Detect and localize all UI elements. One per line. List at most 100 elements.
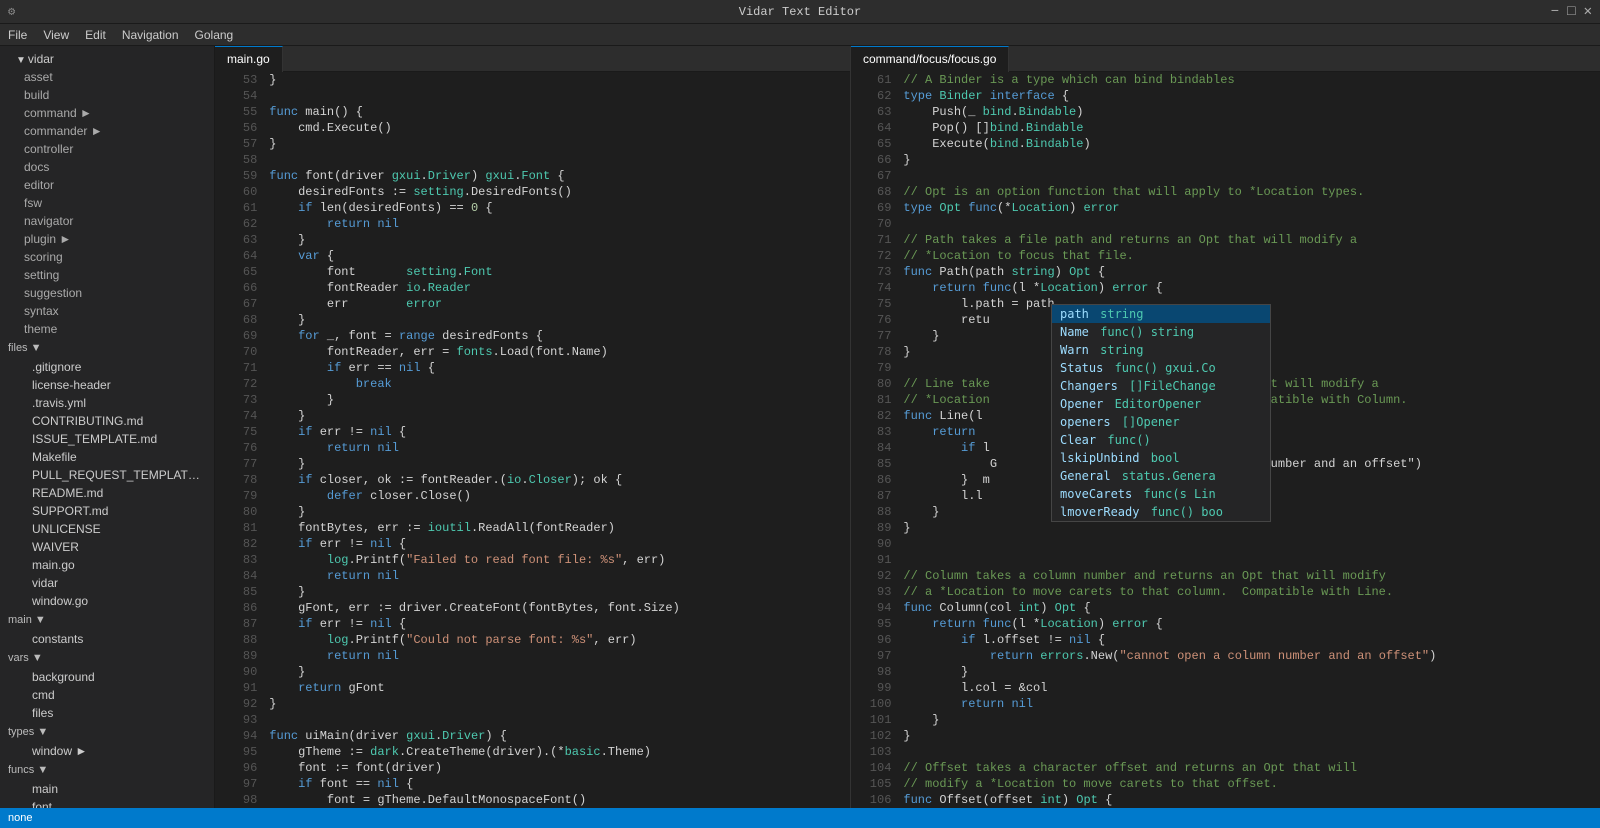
sidebar-window-type[interactable]: window ► <box>0 742 214 760</box>
sidebar-editor[interactable]: editor <box>0 176 214 194</box>
sidebar-syntax[interactable]: syntax <box>0 302 214 320</box>
line-number: 65 <box>851 136 903 152</box>
sidebar-scoring[interactable]: scoring <box>0 248 214 266</box>
autocomplete-item[interactable]: lmoverReady func() boo <box>1052 503 1270 521</box>
table-row: 89 } <box>851 520 1600 536</box>
line-code: } <box>269 312 850 328</box>
table-row: 73 func Path(path string) Opt { <box>851 264 1600 280</box>
sidebar-command[interactable]: command ► <box>0 104 214 122</box>
maximize-button[interactable]: □ <box>1567 4 1575 20</box>
autocomplete-item[interactable]: openers []Opener <box>1052 413 1270 431</box>
autocomplete-item[interactable]: General status.Genera <box>1052 467 1270 485</box>
sidebar-navigator[interactable]: navigator <box>0 212 214 230</box>
sidebar-pull-request[interactable]: PULL_REQUEST_TEMPLATE.m <box>0 466 214 484</box>
line-code: Pop() []bind.Bindable <box>903 120 1600 136</box>
sidebar-suggestion[interactable]: suggestion <box>0 284 214 302</box>
sidebar-contributing[interactable]: CONTRIBUTING.md <box>0 412 214 430</box>
sidebar-theme[interactable]: theme <box>0 320 214 338</box>
code-area-left[interactable]: 53 }54 55 func main() {56 cmd.Execute()5… <box>215 72 850 808</box>
types-section[interactable]: types ▼ <box>0 722 214 742</box>
autocomplete-item[interactable]: path string <box>1052 305 1270 323</box>
autocomplete-item[interactable]: Status func() gxui.Co <box>1052 359 1270 377</box>
sidebar-background[interactable]: background <box>0 668 214 686</box>
menu-edit[interactable]: Edit <box>85 28 106 42</box>
line-number: 62 <box>851 88 903 104</box>
line-code: // Column takes a column number and retu… <box>903 568 1600 584</box>
menu-file[interactable]: File <box>8 28 27 42</box>
table-row: 95 return func(l *Location) error { <box>851 616 1600 632</box>
sidebar-func-main[interactable]: main <box>0 780 214 798</box>
sidebar-setting[interactable]: setting <box>0 266 214 284</box>
line-number: 81 <box>215 520 269 536</box>
sidebar-asset[interactable]: asset <box>0 68 214 86</box>
sidebar-issue-template[interactable]: ISSUE_TEMPLATE.md <box>0 430 214 448</box>
line-code: font setting.Font <box>269 264 850 280</box>
sidebar-controller[interactable]: controller <box>0 140 214 158</box>
titlebar: ⚙ Vidar Text Editor − □ ✕ <box>0 0 1600 24</box>
sidebar-fsw[interactable]: fsw <box>0 194 214 212</box>
autocomplete-item[interactable]: Warn string <box>1052 341 1270 359</box>
funcs-section[interactable]: funcs ▼ <box>0 760 214 780</box>
sidebar-maingo[interactable]: main.go <box>0 556 214 574</box>
sidebar-plugin[interactable]: plugin ► <box>0 230 214 248</box>
sidebar-constants[interactable]: constants <box>0 630 214 648</box>
table-row: 101 } <box>851 712 1600 728</box>
window-controls[interactable]: − □ ✕ <box>1551 3 1592 20</box>
line-number: 98 <box>851 664 903 680</box>
table-row: 89 return nil <box>215 648 850 664</box>
sidebar-support[interactable]: SUPPORT.md <box>0 502 214 520</box>
line-number: 95 <box>851 616 903 632</box>
sidebar-commander[interactable]: commander ► <box>0 122 214 140</box>
autocomplete-item[interactable]: Clear func() <box>1052 431 1270 449</box>
autocomplete-item[interactable]: lskipUnbind bool <box>1052 449 1270 467</box>
line-code: if len(desiredFonts) == 0 { <box>269 200 850 216</box>
autocomplete-item[interactable]: Changers []FileChange <box>1052 377 1270 395</box>
line-number: 62 <box>215 216 269 232</box>
table-row: 105 // modify a *Location to move carets… <box>851 776 1600 792</box>
sidebar-unlicense[interactable]: UNLICENSE <box>0 520 214 538</box>
sidebar-license-header[interactable]: license-header <box>0 376 214 394</box>
table-row: 97 if font == nil { <box>215 776 850 792</box>
line-number: 88 <box>215 632 269 648</box>
sidebar-build[interactable]: build <box>0 86 214 104</box>
line-code <box>903 168 1600 184</box>
sidebar-vidar-bin[interactable]: vidar <box>0 574 214 592</box>
table-row: 64 Pop() []bind.Bindable <box>851 120 1600 136</box>
tab-focus[interactable]: command/focus/focus.go <box>851 46 1009 72</box>
sidebar-docs[interactable]: docs <box>0 158 214 176</box>
autocomplete-item[interactable]: moveCarets func(s Lin <box>1052 485 1270 503</box>
table-row: 106 func Offset(offset int) Opt { <box>851 792 1600 808</box>
tab-maingo[interactable]: main.go <box>215 46 283 72</box>
status-text: none <box>8 812 32 824</box>
sidebar-vidar[interactable]: ▼vidar <box>0 50 214 68</box>
menu-golang[interactable]: Golang <box>195 28 234 42</box>
line-code: func Column(col int) Opt { <box>903 600 1600 616</box>
sidebar-waiver[interactable]: WAIVER <box>0 538 214 556</box>
minimize-button[interactable]: − <box>1551 4 1559 20</box>
sidebar-windowgo[interactable]: window.go <box>0 592 214 610</box>
sidebar-makefile[interactable]: Makefile <box>0 448 214 466</box>
menu-navigation[interactable]: Navigation <box>122 28 179 42</box>
line-number: 93 <box>215 712 269 728</box>
sidebar-files[interactable]: files <box>0 704 214 722</box>
line-code: fontReader, err = fonts.Load(font.Name) <box>269 344 850 360</box>
sidebar-travis[interactable]: .travis.yml <box>0 394 214 412</box>
autocomplete-popup[interactable]: path stringName func() stringWarn string… <box>1051 304 1271 522</box>
table-row: 71 if err == nil { <box>215 360 850 376</box>
main-section[interactable]: main ▼ <box>0 610 214 630</box>
autocomplete-item[interactable]: Name func() string <box>1052 323 1270 341</box>
line-number: 85 <box>215 584 269 600</box>
sidebar-cmd[interactable]: cmd <box>0 686 214 704</box>
sidebar-readme[interactable]: README.md <box>0 484 214 502</box>
sidebar-func-font[interactable]: font <box>0 798 214 808</box>
menu-view[interactable]: View <box>43 28 69 42</box>
autocomplete-item[interactable]: Opener EditorOpener <box>1052 395 1270 413</box>
table-row: 91 return gFont <box>215 680 850 696</box>
table-row: 90 <box>851 536 1600 552</box>
vars-section[interactable]: vars ▼ <box>0 648 214 668</box>
table-row: 98 font = gTheme.DefaultMonospaceFont() <box>215 792 850 808</box>
sidebar-gitignore[interactable]: .gitignore <box>0 358 214 376</box>
table-row: 84 return nil <box>215 568 850 584</box>
files-section[interactable]: files ▼ <box>0 338 214 358</box>
close-button[interactable]: ✕ <box>1584 3 1592 20</box>
